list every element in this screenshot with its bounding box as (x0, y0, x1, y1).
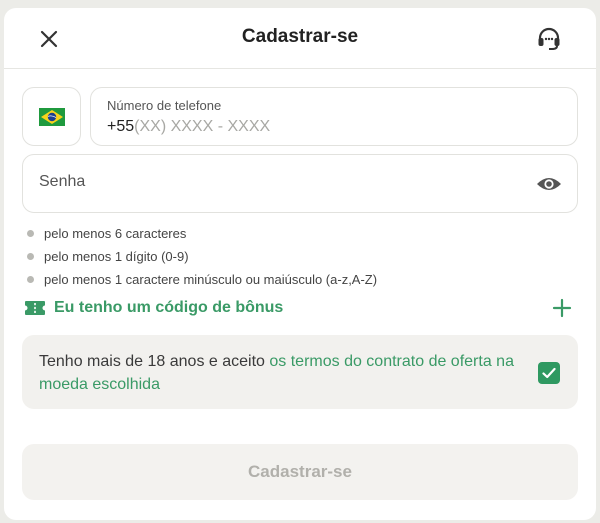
password-field[interactable] (22, 154, 578, 213)
ticket-icon (25, 301, 45, 315)
bonus-code-label: Eu tenho um código de bônus (54, 299, 284, 316)
rule-text: pelo menos 1 dígito (0-9) (44, 249, 189, 264)
password-input[interactable] (39, 173, 499, 191)
plus-icon[interactable] (552, 298, 572, 318)
rule-bullet-icon (27, 230, 34, 237)
headset-support-icon (538, 27, 560, 50)
phone-input-row: +55 (107, 118, 435, 136)
page-title: Cadastrar-se (241, 26, 359, 47)
password-rule: pelo menos 1 caractere minúsculo ou maiú… (27, 268, 377, 291)
brazil-flag-icon (38, 107, 65, 126)
phone-field[interactable]: Número de telefone +55 (90, 87, 578, 146)
support-button[interactable] (534, 24, 564, 54)
bonus-code-toggle[interactable]: Eu tenho um código de bônus (22, 296, 578, 322)
password-rule: pelo menos 6 caracteres (27, 222, 377, 245)
phone-input[interactable] (134, 118, 435, 136)
phone-country-code: +55 (107, 118, 135, 135)
checkmark-icon (542, 367, 556, 379)
show-password-button[interactable] (535, 171, 563, 197)
signup-dialog: Cadastrar-se Número de telefone +55 (XX)… (4, 8, 596, 520)
password-rule: pelo menos 1 dígito (0-9) (27, 245, 377, 268)
password-rules: pelo menos 6 caracteres pelo menos 1 díg… (27, 222, 377, 291)
eye-icon (537, 178, 561, 190)
rule-bullet-icon (27, 276, 34, 283)
rule-text: pelo menos 6 caracteres (44, 226, 187, 241)
terms-checkbox[interactable] (538, 362, 560, 384)
rule-bullet-icon (27, 253, 34, 260)
terms-statement: Tenho mais de 18 anos e aceito (39, 353, 270, 370)
terms-agreement: Tenho mais de 18 anos e aceito os termos… (22, 335, 578, 409)
rule-text: pelo menos 1 caractere minúsculo ou maiú… (44, 272, 378, 287)
terms-text: Tenho mais de 18 anos e aceito os termos… (39, 350, 529, 396)
country-selector[interactable] (22, 87, 81, 146)
dialog-header: Cadastrar-se (4, 8, 596, 69)
phone-label: Número de telefone (107, 98, 222, 113)
signup-submit-button[interactable]: Cadastrar-se (22, 444, 578, 500)
